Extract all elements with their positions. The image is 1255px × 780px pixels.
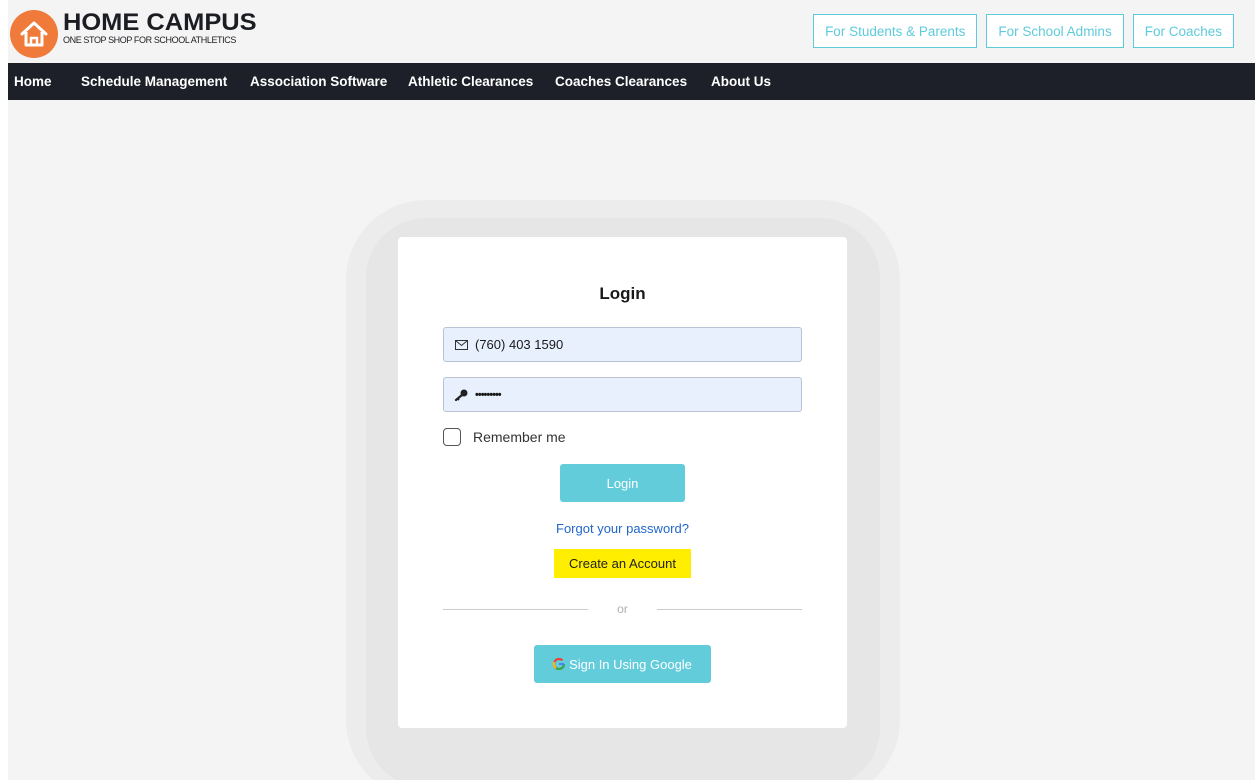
students-parents-button[interactable]: For Students & Parents [813,14,978,48]
login-card: Login (760) 403 1590 ••••••••• Remember … [398,237,847,728]
coaches-button[interactable]: For Coaches [1132,14,1234,48]
nav-association-software[interactable]: Association Software [250,74,387,89]
brand-title: HOME CAMPUS [63,9,257,36]
school-admins-button[interactable]: For School Admins [986,14,1124,48]
remember-label: Remember me [473,429,566,445]
nav-about-us[interactable]: About Us [711,74,771,89]
envelope-icon [453,339,469,350]
password-value: ••••••••• [475,388,502,401]
home-campus-logo[interactable]: HOME CAMPUS ONE STOP SHOP FOR SCHOOL ATH… [10,10,257,58]
house-icon [10,10,58,58]
key-icon [453,389,469,401]
divider-right [657,609,802,610]
site-header: HOME CAMPUS ONE STOP SHOP FOR SCHOOL ATH… [8,0,1255,63]
remember-checkbox[interactable] [443,428,461,446]
google-button-label: Sign In Using Google [569,656,692,672]
nav-athletic-clearances[interactable]: Athletic Clearances [408,74,533,89]
audience-links: For Students & Parents For School Admins… [813,14,1234,48]
nav-home[interactable]: Home [14,74,52,89]
login-title: Login [599,284,646,303]
forgot-password-link[interactable]: Forgot your password? [398,521,847,536]
brand-tagline: ONE STOP SHOP FOR SCHOOL ATHLETICS [63,35,236,45]
remember-me: Remember me [443,428,566,446]
phone-field[interactable]: (760) 403 1590 [443,327,802,362]
google-signin-button[interactable]: Sign In Using Google [534,645,711,683]
password-field[interactable]: ••••••••• [443,377,802,412]
nav-coaches-clearances[interactable]: Coaches Clearances [555,74,687,89]
main-nav: Home Schedule Management Association Sof… [8,63,1255,100]
nav-schedule-management[interactable]: Schedule Management [81,74,227,89]
create-account-link[interactable]: Create an Account [554,549,691,578]
google-icon [553,658,566,670]
login-button[interactable]: Login [560,464,685,502]
phone-value: (760) 403 1590 [475,337,564,352]
